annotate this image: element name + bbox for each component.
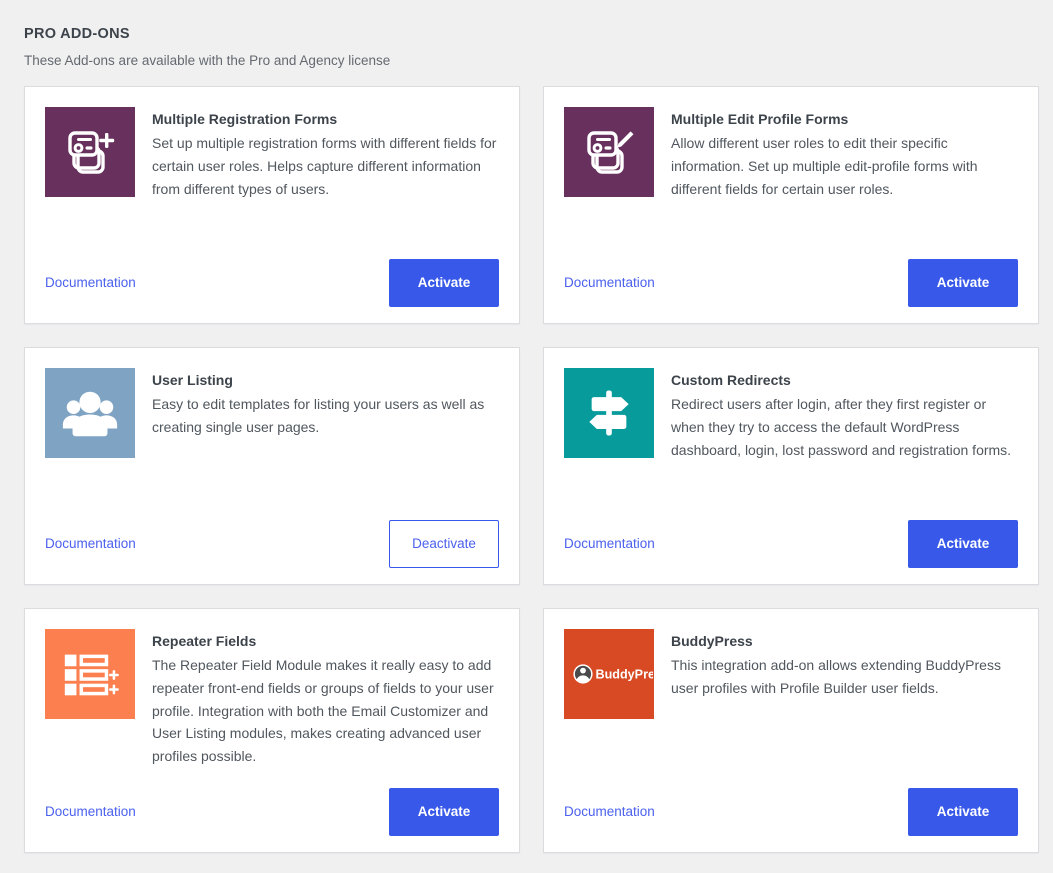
addon-card-footer: Documentation Activate [564,245,1018,307]
addon-title: Multiple Registration Forms [152,110,338,127]
addon-description: Set up multiple registration forms with … [152,135,497,197]
page-subtitle: These Add-ons are available with the Pro… [24,53,391,69]
addon-description: The Repeater Field Module makes it reall… [152,657,494,764]
page-title: PRO ADD-ONS [24,26,130,42]
activate-button[interactable]: Activate [908,259,1018,307]
addon-card-custom-redirects: Custom Redirects Redirect users after lo… [543,346,1039,585]
addon-text: Multiple Edit Profile Forms Allow differ… [671,107,1018,246]
addon-title: Multiple Edit Profile Forms [671,110,849,127]
addon-card-body: User Listing Easy to edit templates for … [45,367,499,507]
addon-card-body: BuddyPress BuddyPress This integration a… [564,628,1018,775]
addon-text: Multiple Registration Forms Set up multi… [152,107,499,246]
addon-description: Redirect users after login, after they f… [671,396,1012,458]
addons-grid: Multiple Registration Forms Set up multi… [0,70,1053,853]
documentation-link[interactable]: Documentation [45,805,136,819]
addon-card-multiple-edit-profile-forms: Multiple Edit Profile Forms Allow differ… [543,85,1039,324]
repeater-fields-icon [45,628,135,719]
pro-addons-page: PRO ADD-ONS These Add-ons are available … [0,0,1053,873]
addon-card-footer: Documentation Activate [564,774,1018,836]
documentation-link[interactable]: Documentation [564,276,655,290]
addon-description: Allow different user roles to edit their… [671,135,978,197]
addon-card-user-listing: User Listing Easy to edit templates for … [24,346,520,585]
custom-redirects-icon [564,367,654,458]
addon-title: Repeater Fields [152,632,257,649]
addon-card-body: Multiple Registration Forms Set up multi… [45,106,499,246]
section-header: PRO ADD-ONS These Add-ons are available … [0,0,1053,70]
addon-text: BuddyPress This integration add-on allow… [671,629,1018,775]
addon-card-footer: Documentation Activate [45,774,499,836]
addon-text: User Listing Easy to edit templates for … [152,368,499,507]
documentation-link[interactable]: Documentation [564,537,655,551]
addon-title: BuddyPress [671,632,753,649]
addon-card-footer: Documentation Deactivate [45,506,499,568]
addon-card-buddypress: BuddyPress BuddyPress This integration a… [543,607,1039,853]
documentation-link[interactable]: Documentation [564,805,655,819]
deactivate-button[interactable]: Deactivate [389,520,499,568]
addon-text: Repeater Fields The Repeater Field Modul… [152,629,499,775]
documentation-link[interactable]: Documentation [45,276,136,290]
activate-button[interactable]: Activate [908,788,1018,836]
multiple-registration-forms-icon [45,106,135,197]
addon-card-repeater-fields: Repeater Fields The Repeater Field Modul… [24,607,520,853]
documentation-link[interactable]: Documentation [45,537,136,551]
user-listing-icon [45,367,135,458]
addon-card-footer: Documentation Activate [45,245,499,307]
addon-description: Easy to edit templates for listing your … [152,396,485,435]
multiple-edit-profile-forms-icon [564,106,654,197]
addon-title: User Listing [152,371,233,388]
buddypress-icon: BuddyPress [564,628,654,719]
addon-card-body: Multiple Edit Profile Forms Allow differ… [564,106,1018,246]
addon-card-body: Custom Redirects Redirect users after lo… [564,367,1018,507]
buddypress-wordmark: BuddyPress [596,668,654,682]
addon-card-body: Repeater Fields The Repeater Field Modul… [45,628,499,775]
activate-button[interactable]: Activate [908,520,1018,568]
addon-description: This integration add-on allows extending… [671,657,1001,696]
addon-card-multiple-registration-forms: Multiple Registration Forms Set up multi… [24,85,520,324]
addon-text: Custom Redirects Redirect users after lo… [671,368,1018,507]
addon-title: Custom Redirects [671,371,791,388]
activate-button[interactable]: Activate [389,259,499,307]
activate-button[interactable]: Activate [389,788,499,836]
addon-card-footer: Documentation Activate [564,506,1018,568]
